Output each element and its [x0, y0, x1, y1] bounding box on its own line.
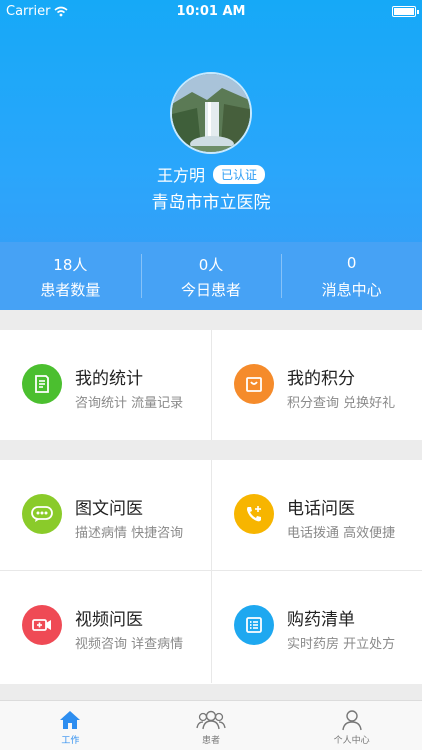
bag-icon: [234, 364, 274, 404]
medicine-list-card[interactable]: 购药清单 实时药房 开立处方: [211, 571, 422, 683]
video-consult-card[interactable]: 视频问医 视频咨询 详查病情: [0, 571, 211, 683]
stats-bar: 18人 患者数量 0人 今日患者 0 消息中心: [0, 242, 422, 310]
stat-message-center[interactable]: 0 消息中心: [281, 242, 422, 310]
person-icon: [341, 710, 362, 731]
hospital-name: 青岛市市立医院: [151, 193, 271, 213]
avatar[interactable]: [170, 72, 252, 154]
stat-label: 今日患者: [181, 281, 242, 299]
stat-today-patients[interactable]: 0人 今日患者: [140, 242, 282, 310]
name-row: 王方明 已认证: [0, 162, 422, 186]
section-account: 我的统计 咨询统计 流量记录 我的积分 积分查询 兑换好礼: [0, 330, 422, 440]
patients-icon: [196, 710, 226, 730]
card-title: 我的统计: [75, 369, 143, 389]
my-points-card[interactable]: 我的积分 积分查询 兑换好礼: [211, 330, 422, 440]
list-icon: [234, 605, 274, 645]
video-icon: [22, 605, 62, 645]
card-title: 视频问医: [75, 610, 143, 630]
tab-work[interactable]: 工作: [0, 701, 141, 750]
tab-patients[interactable]: 患者: [141, 701, 282, 750]
user-name: 王方明: [156, 166, 205, 185]
home-icon: [60, 711, 81, 729]
stat-value: 18人: [53, 256, 88, 274]
stat-label: 消息中心: [321, 281, 382, 299]
battery-icon: [392, 6, 419, 17]
waterfall-photo-icon: [172, 74, 250, 152]
chat-icon: [22, 494, 62, 534]
section-consult: 图文问医 描述病情 快捷咨询 电话问医 电话拨通 高效便捷 视频问医 视频咨询 …: [0, 460, 422, 684]
phone-consult-card[interactable]: 电话问医 电话拨通 高效便捷: [211, 460, 422, 570]
card-subtitle: 积分查询 兑换好礼: [287, 396, 396, 411]
tab-bar: 工作 患者 个人中心: [0, 700, 422, 750]
phone-icon: [234, 494, 274, 534]
my-statistics-card[interactable]: 我的统计 咨询统计 流量记录: [0, 330, 211, 440]
stat-value: 0: [346, 254, 357, 272]
card-subtitle: 视频咨询 详查病情: [75, 637, 184, 652]
card-title: 电话问医: [287, 499, 355, 519]
stat-label: 患者数量: [40, 281, 101, 299]
tab-label: 个人中心: [333, 736, 370, 746]
card-title: 购药清单: [287, 610, 355, 630]
verified-badge: 已认证: [213, 164, 266, 184]
status-bar: Carrier 10:01 AM: [0, 0, 422, 24]
tab-label: 工作: [61, 736, 80, 746]
card-subtitle: 描述病情 快捷咨询: [75, 526, 184, 541]
stat-patient-count[interactable]: 18人 患者数量: [0, 242, 141, 310]
document-icon: [22, 364, 62, 404]
tab-personal-center[interactable]: 个人中心: [281, 701, 422, 750]
card-subtitle: 实时药房 开立处方: [287, 637, 396, 652]
text-consult-card[interactable]: 图文问医 描述病情 快捷咨询: [0, 460, 211, 570]
card-subtitle: 咨询统计 流量记录: [75, 396, 184, 411]
status-time: 10:01 AM: [176, 4, 246, 19]
stat-value: 0人: [198, 256, 224, 274]
tab-label: 患者: [202, 736, 221, 746]
card-title: 图文问医: [75, 499, 143, 519]
card-subtitle: 电话拨通 高效便捷: [287, 526, 396, 541]
card-title: 我的积分: [287, 369, 355, 389]
profile-header: Carrier 10:01 AM 王方明 已认证 青岛市市立医院 18人 患者数…: [0, 0, 422, 310]
